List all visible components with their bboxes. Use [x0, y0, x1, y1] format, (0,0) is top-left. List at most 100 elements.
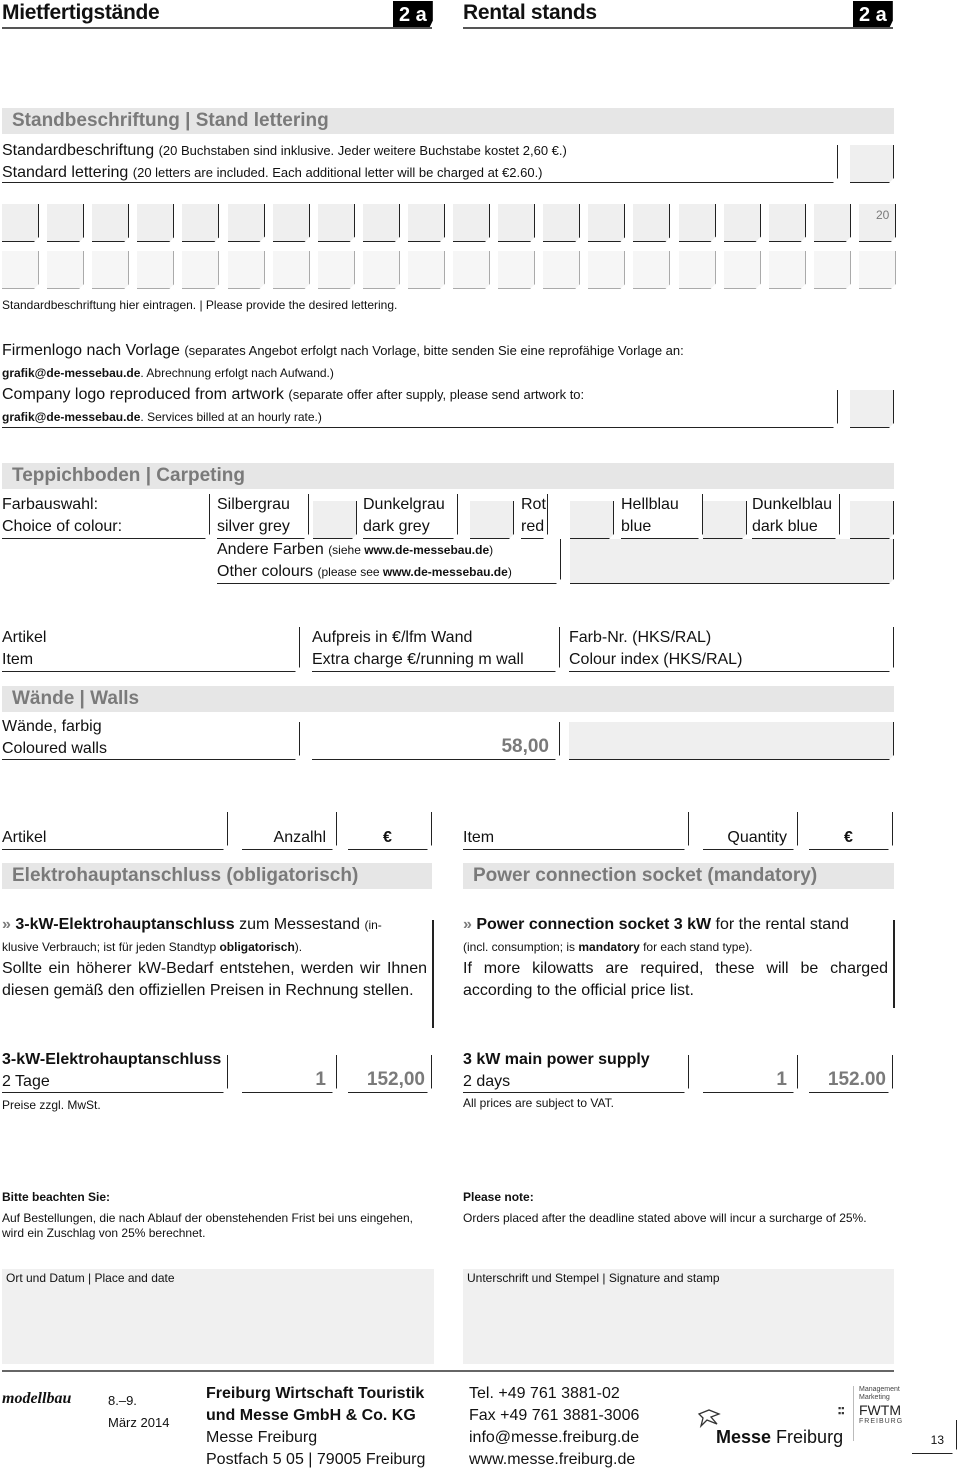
col-qty-label-en: Quantity	[727, 829, 787, 846]
power-en-divider	[893, 920, 895, 1008]
letter-box[interactable]	[317, 251, 355, 289]
letter-box[interactable]	[588, 251, 626, 289]
coloured-walls-price: 58,00	[501, 736, 549, 757]
fwtm-city: FREIBURG	[859, 1418, 904, 1425]
power-en-col-eur: €	[809, 812, 893, 850]
organizer-address: Freiburg Wirtschaft Touristik und Messe …	[206, 1383, 425, 1471]
lead-small-de: (in-	[364, 918, 382, 932]
letter-box[interactable]	[543, 204, 581, 242]
letter-box[interactable]	[543, 251, 581, 289]
standard-lettering-checkbox[interactable]	[850, 145, 894, 183]
place-date-field[interactable]: Ort und Datum | Place and date	[2, 1269, 434, 1364]
signature-stamp-field[interactable]: Unterschrift und Stempel | Signature and…	[463, 1269, 894, 1364]
letter-box[interactable]	[858, 251, 896, 289]
letter-box[interactable]	[47, 251, 85, 289]
letter-box[interactable]	[227, 204, 265, 242]
event-name: modellbau	[2, 1390, 72, 1407]
power-en-col-qty: Quantity	[703, 812, 798, 850]
power-de-col-qty: Anzalhl	[242, 812, 337, 850]
power-de-description: » 3-kW-Elektrohauptanschluss zum Messest…	[2, 914, 427, 1002]
letter-box[interactable]	[723, 204, 761, 242]
letter-box[interactable]	[633, 251, 671, 289]
letter-box[interactable]	[588, 204, 626, 242]
letter-box[interactable]	[47, 204, 85, 242]
letter-box[interactable]	[813, 251, 851, 289]
letter-box[interactable]	[317, 204, 355, 242]
letter-box[interactable]	[182, 251, 220, 289]
power-de-item-field	[2, 1055, 228, 1093]
carpet-colour-field	[621, 494, 703, 539]
logo-bold: Messe	[716, 1427, 772, 1447]
letter-box[interactable]	[723, 251, 761, 289]
other-colours-input[interactable]	[570, 539, 894, 584]
email-link[interactable]: info@messe.freiburg.de	[469, 1427, 639, 1449]
letter-box[interactable]	[272, 204, 310, 242]
fax: Fax +49 761 3881-3006	[469, 1407, 640, 1424]
carpet-colour-checkbox[interactable]	[850, 501, 894, 539]
note-text-en: Orders placed after the deadline stated …	[463, 1211, 867, 1225]
letter-box[interactable]	[407, 204, 445, 242]
line2c-en: for each stand type).	[639, 940, 753, 954]
messe-freiburg-wordmark: Messe Freiburg	[716, 1427, 843, 1448]
line2a-de: klusive Verbrauch; ist für jeden Standty…	[2, 940, 220, 954]
note-text-de: Auf Bestellungen, die nach Ablauf der ob…	[2, 1211, 413, 1240]
letter-box[interactable]	[768, 204, 806, 242]
power-en-item-field	[463, 1055, 689, 1093]
carpet-colour-field	[363, 494, 458, 539]
coloured-walls-colour-input[interactable]	[569, 722, 894, 760]
letter-box[interactable]	[362, 204, 400, 242]
power-en-col-item: Item	[463, 812, 689, 850]
letter-box[interactable]	[272, 251, 310, 289]
letter-box[interactable]	[137, 251, 175, 289]
letter-box[interactable]	[453, 204, 490, 242]
letter-box[interactable]	[182, 204, 220, 242]
letter-box[interactable]	[678, 204, 716, 242]
line2b-de: obligatorisch	[219, 940, 295, 954]
letter-box[interactable]	[137, 204, 175, 242]
web-link[interactable]: www.messe.freiburg.de	[469, 1449, 639, 1471]
header-rule-de	[2, 27, 432, 29]
page-number: 13	[930, 1433, 944, 1447]
carpet-colour-checkbox[interactable]	[313, 501, 357, 539]
letter-box[interactable]	[813, 204, 851, 242]
col-eur-label-en: €	[844, 829, 853, 846]
letter-box[interactable]	[498, 204, 536, 242]
header-rule-en	[463, 27, 893, 29]
para-de: Sollte ein höherer kW-Bedarf entstehen, …	[2, 960, 427, 999]
messe-logo-icon	[697, 1409, 721, 1429]
power-de-qty-field: 1	[242, 1055, 337, 1093]
note-title-de: Bitte beachten Sie:	[2, 1190, 111, 1204]
col-item-label-de: Artikel	[2, 829, 47, 846]
letter-box[interactable]	[407, 251, 445, 289]
letter-box[interactable]	[92, 204, 130, 242]
letter-box[interactable]	[768, 251, 806, 289]
carpet-colour-field	[521, 494, 548, 539]
letter-box[interactable]	[2, 251, 39, 289]
letter-box[interactable]	[498, 251, 536, 289]
letter-box[interactable]	[2, 204, 39, 242]
fwtm-small1: Management	[859, 1386, 900, 1393]
letter-box[interactable]	[92, 251, 130, 289]
power-de-col-eur: €	[348, 812, 432, 850]
lead-bold-de: 3-kW-Elektrohauptanschluss	[15, 916, 235, 933]
letter-box[interactable]	[362, 251, 400, 289]
carpet-colour-field	[752, 494, 840, 539]
vat-note-de: Preise zzgl. MwSt.	[2, 1098, 101, 1112]
bullet-icon: »	[463, 916, 472, 933]
place-date-label: Ort und Datum | Place and date	[6, 1271, 175, 1285]
carpet-colour-checkbox[interactable]	[570, 501, 614, 539]
line2a-en: (incl. consumption; is	[463, 940, 579, 954]
logo-de-email-link[interactable]: grafik@de-messebau.de	[2, 366, 140, 380]
letter-box[interactable]	[453, 251, 490, 289]
company-logo-checkbox[interactable]	[850, 390, 894, 428]
org-line4: Postfach 5 05 | 79005 Freiburg	[206, 1451, 426, 1468]
letter-box[interactable]	[678, 251, 716, 289]
logo-de-note: (separates Angebot erfolgt nach Vorlage,…	[184, 343, 684, 358]
power-de-divider	[432, 920, 434, 1028]
carpet-colour-checkbox[interactable]	[470, 501, 514, 539]
other-colours-field	[217, 539, 561, 584]
letter-box[interactable]	[227, 251, 265, 289]
letter-box[interactable]	[633, 204, 671, 242]
walls-col-charge-field	[312, 627, 560, 672]
carpet-colour-checkbox[interactable]	[703, 501, 747, 539]
